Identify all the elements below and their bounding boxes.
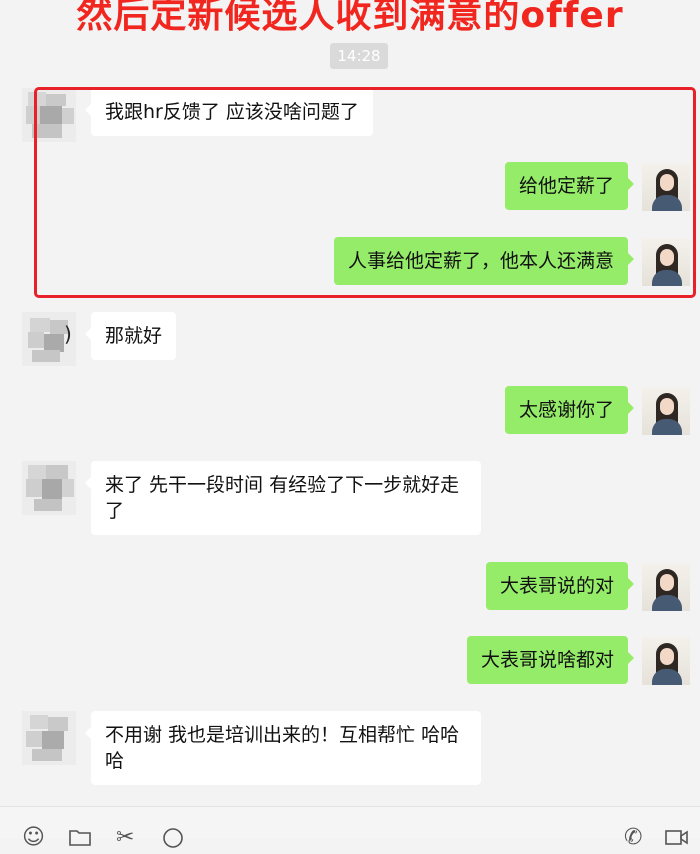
call-icon[interactable]: ✆ <box>624 827 642 849</box>
message-bubble[interactable]: 大表哥说啥都对 <box>466 636 635 684</box>
scissors-icon[interactable]: ✂ <box>116 827 134 849</box>
emoji-icon[interactable]: ☺ <box>22 827 45 849</box>
input-toolbar: ☺ ✂ ✆ <box>0 806 700 849</box>
folder-icon[interactable] <box>68 827 92 852</box>
user-avatar[interactable] <box>642 637 690 685</box>
partial-glyph: ) <box>64 322 72 346</box>
overlay-caption: 然后定新候选人收到满意的offer <box>76 0 624 36</box>
timestamp: 14:28 <box>330 43 388 69</box>
message-bubble[interactable]: 大表哥说的对 <box>485 562 635 610</box>
message-bubble[interactable]: 来了 先干一段时间 有经验了下一步就好走了 <box>85 461 481 535</box>
highlight-box <box>34 87 696 298</box>
message-bubble[interactable]: 那就好 <box>84 312 177 360</box>
contact-avatar[interactable] <box>22 711 76 765</box>
user-avatar[interactable] <box>642 387 690 435</box>
user-avatar[interactable] <box>642 563 690 611</box>
video-icon[interactable] <box>664 827 690 852</box>
message-bubble[interactable]: 太感谢你了 <box>504 386 635 434</box>
message-bubble[interactable]: 不用谢 我也是培训出来的！互相帮忙 哈哈哈 <box>85 711 481 785</box>
chat-icon[interactable] <box>160 827 186 854</box>
contact-avatar[interactable] <box>22 461 76 515</box>
